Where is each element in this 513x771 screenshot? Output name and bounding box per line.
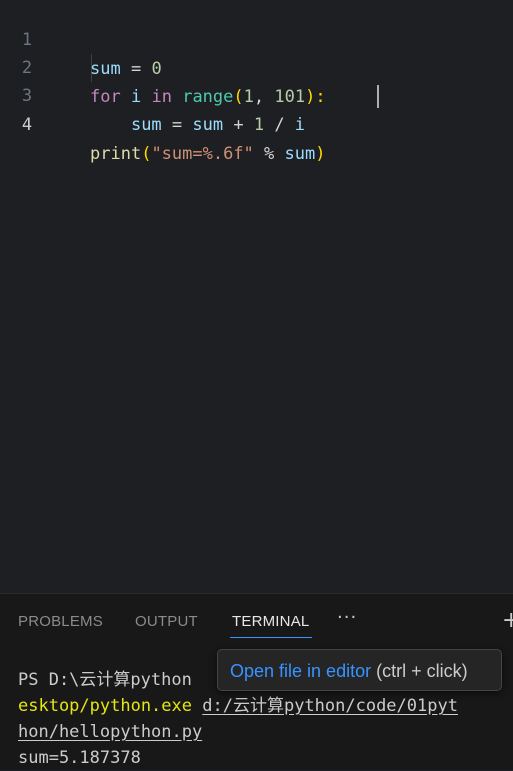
panel-tabs: PROBLEMS OUTPUT TERMINAL ··· +	[0, 594, 513, 650]
tab-output[interactable]: OUTPUT	[135, 613, 198, 630]
terminal-command-line: esktop/python.exe d:/云计算python/code/01py…	[18, 693, 458, 719]
active-tab-indicator	[230, 637, 312, 638]
code-line-1[interactable]: 1 sum = 0	[0, 0, 513, 79]
tooltip-hint: (ctrl + click)	[371, 661, 468, 681]
script-file-link[interactable]: d:/云计算python/code/01pyt	[202, 696, 458, 716]
code-text: print("sum=%.6f" % sum)	[90, 144, 326, 164]
terminal-output-line: sum=5.187378	[18, 748, 141, 768]
code-line-3[interactable]: 3 sum = sum + 1 / i	[0, 53, 513, 135]
terminal-prompt-line: PS D:\云计算python	[18, 670, 192, 690]
code-editor[interactable]: 1 sum = 0 2 for i in range(1, 101): 3 su…	[0, 0, 513, 593]
new-terminal-icon[interactable]: +	[502, 608, 513, 628]
more-actions-icon[interactable]: ···	[337, 607, 357, 628]
open-file-link[interactable]: Open file in editor	[230, 661, 371, 681]
text-cursor	[377, 85, 379, 108]
code-line-4[interactable]: 4 print("sum=%.6f" % sum)	[0, 82, 513, 164]
python-exe-path[interactable]: esktop/python.exe	[18, 696, 192, 716]
code-line-2[interactable]: 2 for i in range(1, 101):	[0, 25, 513, 107]
line-number: 4	[21, 115, 33, 135]
terminal-path-continued: hon/hellopython.py	[18, 719, 202, 745]
script-file-link-continued[interactable]: hon/hellopython.py	[18, 722, 202, 742]
code-text: sum = sum + 1 / i	[130, 115, 306, 135]
tab-problems[interactable]: PROBLEMS	[18, 613, 103, 630]
tab-terminal[interactable]: TERMINAL	[232, 613, 309, 630]
link-hover-tooltip: Open file in editor (ctrl + click)	[217, 649, 502, 691]
